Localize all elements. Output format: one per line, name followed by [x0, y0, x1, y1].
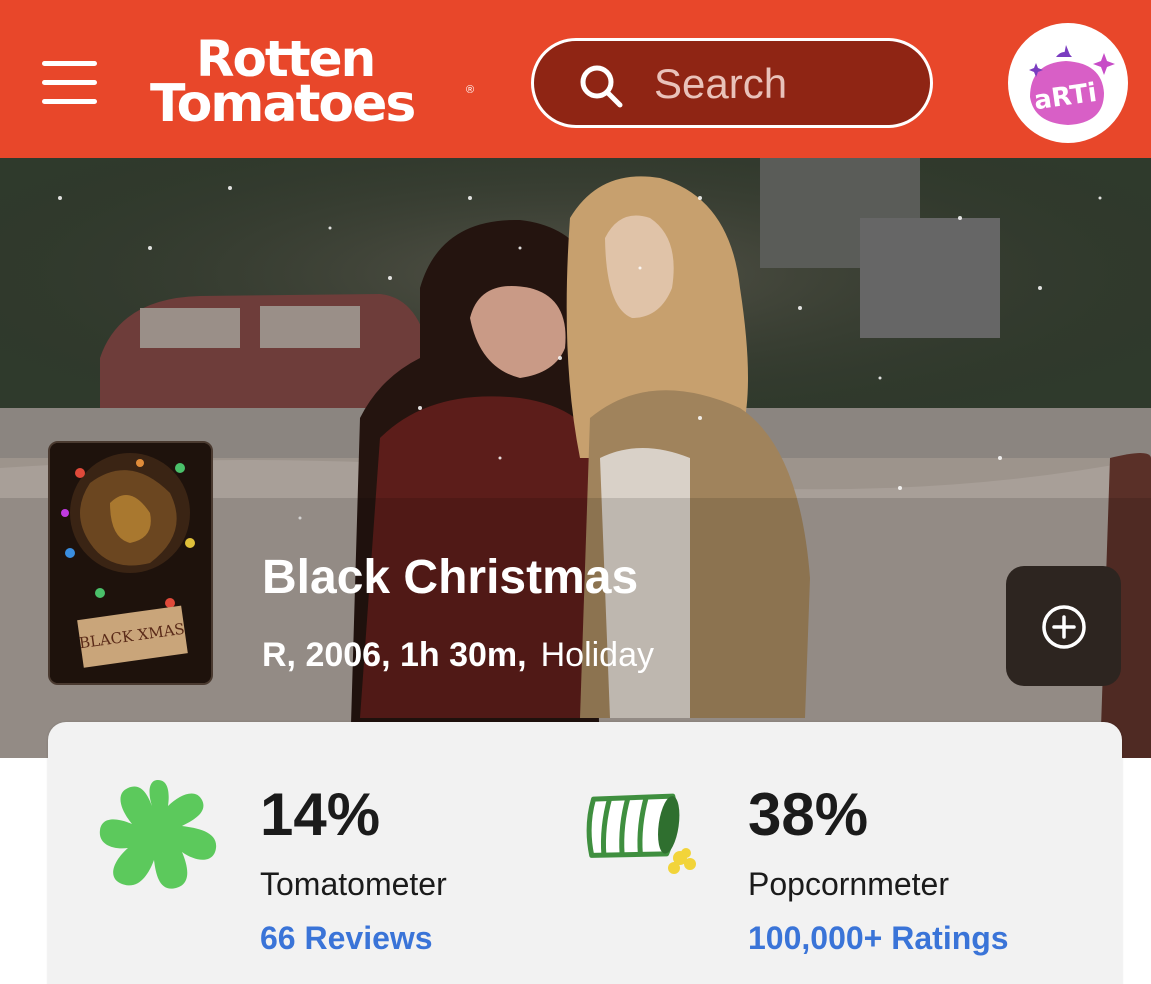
- rotten-splat-icon: [99, 780, 217, 889]
- movie-title: Black Christmas: [262, 551, 639, 604]
- tomatometer-label: Tomatometer: [260, 866, 447, 902]
- popcornmeter-label: Popcornmeter: [748, 866, 949, 902]
- menu-bar: [42, 61, 97, 66]
- score-card: 14% Tomatometer 66 Reviews 38% Popcornme…: [48, 722, 1122, 984]
- popcornmeter-ratings-link[interactable]: 100,000+ Ratings: [748, 920, 1009, 957]
- search-bar[interactable]: [531, 38, 933, 128]
- search-input[interactable]: [654, 57, 914, 111]
- search-icon[interactable]: [578, 63, 624, 109]
- tomatometer-reviews-link[interactable]: 66 Reviews: [260, 920, 433, 957]
- popcornmeter-score: 38%: [748, 781, 869, 848]
- logo-line-2: Tomatoes: [150, 74, 416, 134]
- movie-genre: Holiday: [540, 636, 654, 674]
- add-watchlist-icon: [1042, 605, 1086, 649]
- add-to-watchlist-button[interactable]: [1006, 566, 1121, 686]
- movie-poster[interactable]: BLACK XMAS: [48, 441, 213, 685]
- hero-backdrop: BLACK XMAS Black Christmas R, 2006, 1h 3…: [0, 158, 1151, 758]
- spilled-popcorn-icon: [586, 793, 696, 874]
- poster-image: BLACK XMAS: [50, 443, 211, 683]
- menu-icon[interactable]: [42, 59, 97, 105]
- movie-rating-year-runtime: R, 2006, 1h 30m,: [262, 636, 527, 674]
- movie-meta: R, 2006, 1h 30m, Holiday: [262, 636, 654, 675]
- menu-bar: [42, 99, 97, 104]
- rotten-tomatoes-logo[interactable]: Rotten Tomatoes ®: [150, 34, 480, 134]
- arti-avatar-icon[interactable]: aRTi: [1008, 23, 1128, 143]
- menu-bar: [42, 80, 97, 85]
- tomatometer-score: 14%: [260, 781, 381, 848]
- top-header: Rotten Tomatoes ® aRTi: [0, 0, 1151, 158]
- logo-registered-mark: ®: [466, 84, 475, 96]
